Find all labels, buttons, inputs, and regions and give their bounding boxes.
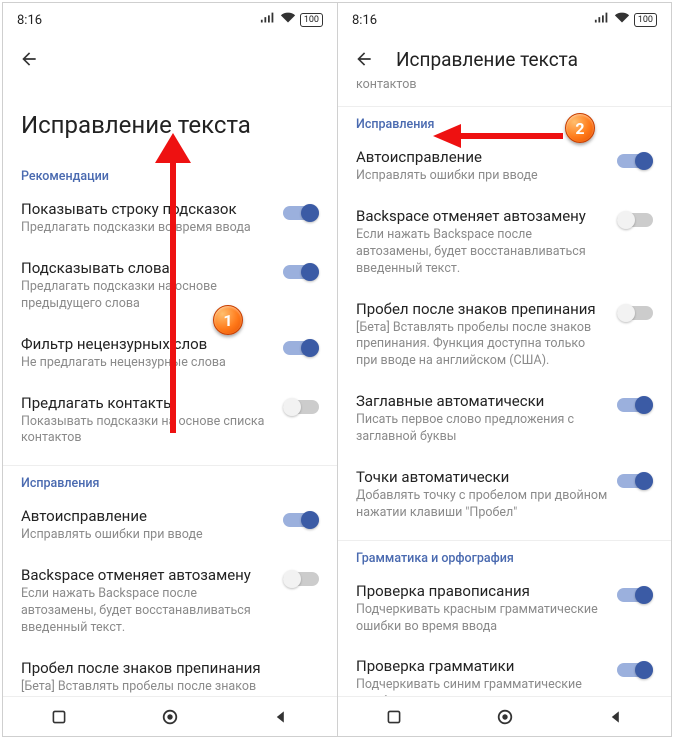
section-header-corrections: Исправления	[3, 466, 337, 497]
setting-space-after-punct[interactable]: Пробел после знаков препинания [Бета] Вс…	[3, 649, 337, 696]
toolbar-title: Исправление текста	[396, 48, 578, 71]
setting-title: Точки автоматически	[356, 468, 609, 486]
setting-autocorrect[interactable]: Автоисправление Исправлять ошибки при вв…	[338, 138, 671, 197]
toggle-switch[interactable]	[283, 511, 319, 529]
setting-title: Пробел после знаков препинания	[21, 659, 319, 677]
setting-profanity-filter[interactable]: Фильтр нецензурных слов Не предлагать не…	[3, 325, 337, 384]
setting-auto-capitalize[interactable]: Заглавные автоматически Писать первое сл…	[338, 382, 671, 458]
back-button[interactable]	[352, 47, 376, 71]
setting-subtitle: Предлагать подсказки во время ввода	[21, 220, 275, 237]
scroll-overflow-text: контактов	[338, 77, 671, 100]
section-header-corrections: Исправления	[338, 107, 671, 138]
toggle-switch[interactable]	[283, 204, 319, 222]
setting-backspace-undo[interactable]: Backspace отменяет автозамену Если нажат…	[3, 556, 337, 649]
toolbar: Исправление текста	[338, 37, 671, 77]
setting-subtitle: Показывать подсказки на основе списка ко…	[21, 414, 275, 448]
setting-subtitle: Предлагать подсказки на основе предыдуще…	[21, 279, 275, 313]
setting-title: Проверка грамматики	[356, 657, 609, 675]
nav-recents-icon[interactable]	[384, 707, 404, 727]
setting-subtitle: Подчеркивать красным грамматические ошиб…	[356, 602, 609, 636]
battery-icon: 100	[634, 13, 657, 27]
setting-title: Фильтр нецензурных слов	[21, 335, 275, 353]
setting-title: Backspace отменяет автозамену	[21, 566, 275, 584]
setting-title: Backspace отменяет автозамену	[356, 207, 609, 225]
nav-back-icon[interactable]	[606, 707, 626, 727]
setting-title: Показывать строку подсказок	[21, 200, 275, 218]
setting-show-suggestion-strip[interactable]: Показывать строку подсказок Предлагать п…	[3, 190, 337, 249]
setting-title: Автоисправление	[21, 507, 275, 525]
toolbar	[3, 37, 337, 77]
toggle-switch[interactable]	[283, 398, 319, 416]
setting-title: Проверка правописания	[356, 582, 609, 600]
toggle-switch[interactable]	[617, 472, 653, 490]
setting-subtitle: Добавлять точку с пробелом при двойном н…	[356, 488, 609, 522]
nav-bar	[3, 696, 337, 736]
section-header-recommendations: Рекомендации	[3, 159, 337, 190]
phone-right: 8:16 100 Исправление текста контактов Ис…	[337, 3, 671, 736]
setting-autocorrect[interactable]: Автоисправление Исправлять ошибки при вв…	[3, 497, 337, 556]
status-time: 8:16	[17, 13, 42, 28]
toggle-switch[interactable]	[617, 661, 653, 679]
status-bar: 8:16 100	[3, 3, 337, 37]
toggle-switch[interactable]	[283, 339, 319, 357]
nav-back-icon[interactable]	[271, 707, 291, 727]
setting-title: Подсказывать слова	[21, 259, 275, 277]
toggle-switch[interactable]	[617, 152, 653, 170]
settings-scroll[interactable]: Исправление текста Рекомендации Показыва…	[3, 77, 337, 696]
page-title: Исправление текста	[3, 77, 337, 159]
setting-suggest-contacts[interactable]: Предлагать контакты Показывать подсказки…	[3, 384, 337, 460]
wifi-icon	[280, 12, 296, 28]
status-time: 8:16	[352, 13, 377, 28]
setting-title: Пробел после знаков препинания	[356, 300, 609, 318]
setting-subtitle: Подчеркивать синим грамматические ошибки…	[356, 677, 609, 696]
nav-home-icon[interactable]	[495, 707, 515, 727]
setting-auto-period[interactable]: Точки автоматически Добавлять точку с пр…	[338, 458, 671, 534]
setting-space-after-punct[interactable]: Пробел после знаков препинания [Бета] Вс…	[338, 290, 671, 383]
wifi-icon	[614, 12, 630, 28]
toggle-switch[interactable]	[283, 263, 319, 281]
nav-home-icon[interactable]	[160, 707, 180, 727]
settings-scroll[interactable]: контактов Исправления Автоисправление Ис…	[338, 77, 671, 696]
toggle-switch[interactable]	[617, 396, 653, 414]
setting-subtitle: [Бета] Вставлять пробелы после знаков пр…	[21, 679, 319, 696]
phone-left: 8:16 100 Исправление текста Рекомендации	[3, 3, 337, 736]
setting-spellcheck[interactable]: Проверка правописания Подчеркивать красн…	[338, 572, 671, 648]
toggle-switch[interactable]	[617, 304, 653, 322]
setting-subtitle: Исправлять ошибки при вводе	[356, 168, 609, 185]
setting-subtitle: Писать первое слово предложения с заглав…	[356, 412, 609, 446]
nav-bar	[338, 696, 671, 736]
toggle-switch[interactable]	[617, 211, 653, 229]
toggle-switch[interactable]	[617, 586, 653, 604]
setting-subtitle: Не предлагать нецензурные слова	[21, 355, 275, 372]
setting-subtitle: Если нажать Backspace после автозамены, …	[356, 227, 609, 278]
status-bar: 8:16 100	[338, 3, 671, 37]
setting-subtitle: Если нажать Backspace после автозамены, …	[21, 586, 275, 637]
section-header-grammar: Грамматика и орфография	[338, 541, 671, 572]
setting-title: Автоисправление	[356, 148, 609, 166]
nav-recents-icon[interactable]	[49, 707, 69, 727]
setting-subtitle: Исправлять ошибки при вводе	[21, 527, 275, 544]
toggle-switch[interactable]	[283, 570, 319, 588]
setting-subtitle: [Бета] Вставлять пробелы после знаков пр…	[356, 320, 609, 371]
signal-icon	[594, 12, 610, 28]
back-button[interactable]	[17, 47, 41, 71]
setting-suggest-words[interactable]: Подсказывать слова Предлагать подсказки …	[3, 249, 337, 325]
battery-icon: 100	[300, 13, 323, 27]
signal-icon	[260, 12, 276, 28]
setting-backspace-undo[interactable]: Backspace отменяет автозамену Если нажат…	[338, 197, 671, 290]
setting-grammar-check[interactable]: Проверка грамматики Подчеркивать синим г…	[338, 647, 671, 696]
setting-title: Заглавные автоматически	[356, 392, 609, 410]
setting-title: Предлагать контакты	[21, 394, 275, 412]
